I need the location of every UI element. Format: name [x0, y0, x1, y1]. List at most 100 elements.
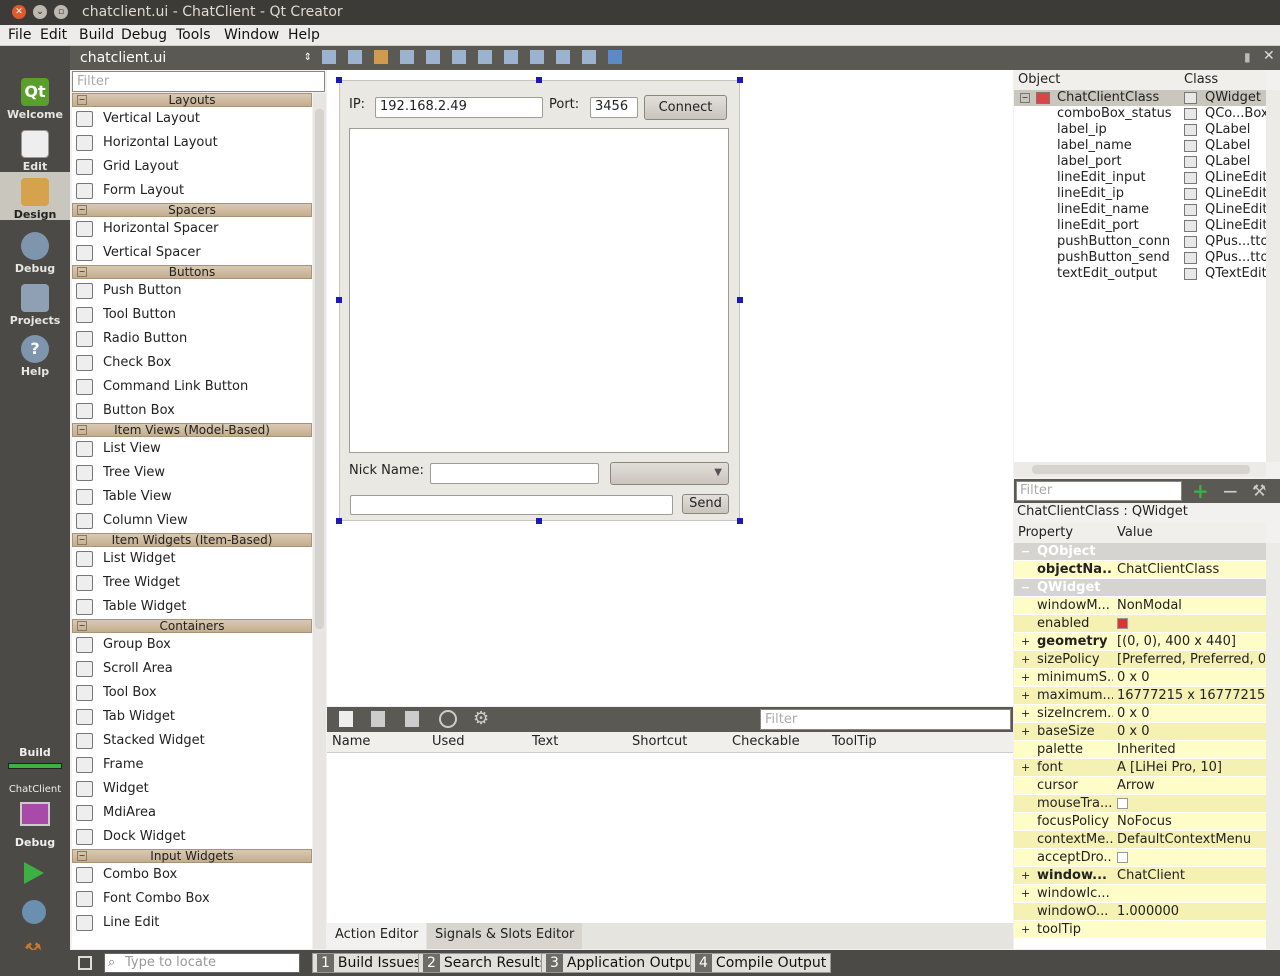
col-object[interactable]: Object [1018, 72, 1060, 87]
expand-icon[interactable]: + [1021, 921, 1030, 939]
mode-design[interactable]: Design [0, 172, 70, 221]
widget-item[interactable]: Vertical Layout [72, 107, 312, 131]
widget-item[interactable]: Radio Button [72, 327, 312, 351]
collapse-icon[interactable]: − [1021, 543, 1030, 561]
layout-hsplit-icon[interactable] [478, 50, 492, 64]
copy-action-icon[interactable] [371, 711, 385, 727]
property-row[interactable]: windowM... NonModal [1014, 597, 1266, 615]
object-row[interactable]: label_name QLabel [1014, 138, 1266, 154]
collapse-icon[interactable]: − [77, 205, 87, 215]
mode-debug[interactable]: Debug [0, 226, 70, 276]
property-row[interactable]: palette Inherited [1014, 741, 1266, 759]
object-inspector-vscroll[interactable] [1266, 90, 1280, 462]
monitor-icon[interactable] [20, 802, 50, 826]
widget-item[interactable]: Column View [72, 509, 312, 533]
scrollbar-thumb[interactable] [315, 109, 324, 629]
widget-item[interactable]: Scroll Area [72, 657, 312, 681]
widget-category[interactable]: − Spacers [72, 203, 312, 217]
remove-property-icon[interactable]: − [1222, 479, 1239, 503]
port-field[interactable]: 3456 [590, 97, 638, 118]
object-row[interactable]: comboBox_status QCo...Box [1014, 106, 1266, 122]
layout-vsplit-icon[interactable] [504, 50, 518, 64]
object-inspector-hscroll[interactable] [1014, 462, 1266, 477]
expand-icon[interactable]: + [1021, 687, 1030, 705]
locator-input[interactable]: Type to locate [104, 953, 300, 973]
property-row[interactable]: focusPolicy NoFocus [1014, 813, 1266, 831]
selection-handle[interactable] [737, 297, 743, 303]
minimize-window-icon[interactable]: ⌄ [33, 5, 47, 19]
col-class[interactable]: Class [1184, 72, 1218, 87]
paste-action-icon[interactable] [405, 711, 419, 727]
widget-item[interactable]: Vertical Spacer [72, 241, 312, 265]
widget-item[interactable]: MdiArea [72, 801, 312, 825]
widget-item[interactable]: Group Box [72, 633, 312, 657]
widget-item[interactable]: Widget [72, 777, 312, 801]
widget-item[interactable]: Font Combo Box [72, 887, 312, 911]
property-row[interactable]: + windowIc... [1014, 885, 1266, 903]
selection-handle[interactable] [737, 77, 743, 83]
col-used[interactable]: Used [432, 734, 465, 749]
maximize-window-icon[interactable]: ▫ [54, 5, 68, 19]
property-group[interactable]: − QWidget [1014, 579, 1266, 597]
widget-item[interactable]: Tool Box [72, 681, 312, 705]
menu-help[interactable]: Help [288, 27, 320, 43]
mode-projects[interactable]: Projects [0, 278, 70, 328]
widget-category[interactable]: − Item Widgets (Item-Based) [72, 533, 312, 547]
widget-item[interactable]: Dock Widget [72, 825, 312, 849]
widget-item[interactable]: Combo Box [72, 863, 312, 887]
widget-item[interactable]: Frame [72, 753, 312, 777]
message-input[interactable] [350, 495, 673, 515]
collapse-icon[interactable]: − [77, 267, 87, 277]
checkbox[interactable] [1117, 798, 1128, 809]
menu-build[interactable]: Build [79, 27, 114, 43]
property-row[interactable]: + toolTip [1014, 921, 1266, 939]
property-scrollbar[interactable] [1266, 543, 1280, 949]
widget-item[interactable]: Check Box [72, 351, 312, 375]
widget-item[interactable]: Table View [72, 485, 312, 509]
widget-item[interactable]: Horizontal Layout [72, 131, 312, 155]
scrollbar-thumb[interactable] [1032, 465, 1250, 474]
output-pane-button[interactable]: 1 Build Issues [312, 953, 427, 973]
layout-grid-icon[interactable] [556, 50, 570, 64]
collapse-icon[interactable]: − [77, 851, 87, 861]
property-row[interactable]: +sizePolicy[Preferred, Preferred, 0, 0] [1014, 651, 1266, 669]
checkbox[interactable] [1117, 618, 1128, 629]
action-table[interactable] [327, 753, 1013, 923]
send-button[interactable]: Send [682, 494, 729, 514]
expand-icon[interactable]: + [1021, 723, 1030, 741]
collapse-icon[interactable]: − [77, 535, 87, 545]
mode-help[interactable]: ? Help [0, 329, 70, 379]
widget-item[interactable]: Form Layout [72, 179, 312, 203]
widget-category[interactable]: − Input Widgets [72, 849, 312, 863]
connect-button[interactable]: Connect [644, 95, 727, 120]
toggle-sidebar-icon[interactable] [78, 956, 92, 970]
selection-handle[interactable] [336, 77, 342, 83]
property-row[interactable]: + window... ChatClient [1014, 867, 1266, 885]
delete-action-icon[interactable] [439, 710, 457, 728]
layout-form-icon[interactable] [530, 50, 544, 64]
widgetbox-filter-input[interactable]: Filter [72, 71, 325, 92]
collapse-icon[interactable]: − [1021, 579, 1030, 597]
output-pane-button[interactable]: 4 Compile Output [690, 953, 832, 973]
output-pane-button[interactable]: 3 Application Output [541, 953, 704, 973]
checkbox[interactable] [1117, 852, 1128, 863]
expand-icon[interactable]: + [1021, 633, 1030, 651]
wrench-icon[interactable]: ⚒ [1252, 481, 1266, 500]
col-text[interactable]: Text [532, 734, 558, 749]
selection-handle[interactable] [536, 77, 542, 83]
collapse-icon[interactable]: − [77, 425, 87, 435]
property-row[interactable]: objectNa... ChatClientClass [1014, 561, 1266, 579]
property-row[interactable]: windowO... 1.000000 [1014, 903, 1266, 921]
menu-tools[interactable]: Tools [176, 27, 211, 43]
collapse-icon[interactable]: − [77, 621, 87, 631]
widget-category[interactable]: − Containers [72, 619, 312, 633]
widget-item[interactable]: Tool Button [72, 303, 312, 327]
property-row[interactable]: + geometry [(0, 0), 400 x 440] [1014, 633, 1266, 651]
menu-file[interactable]: File [8, 27, 31, 43]
edit-widgets-icon[interactable] [322, 50, 336, 64]
object-row[interactable]: lineEdit_ip QLineEdit [1014, 186, 1266, 202]
nick-field[interactable] [430, 463, 599, 484]
debug-run-icon[interactable] [22, 900, 46, 924]
property-row[interactable]: acceptDro... [1014, 849, 1266, 867]
mode-edit[interactable]: Edit [0, 124, 70, 174]
